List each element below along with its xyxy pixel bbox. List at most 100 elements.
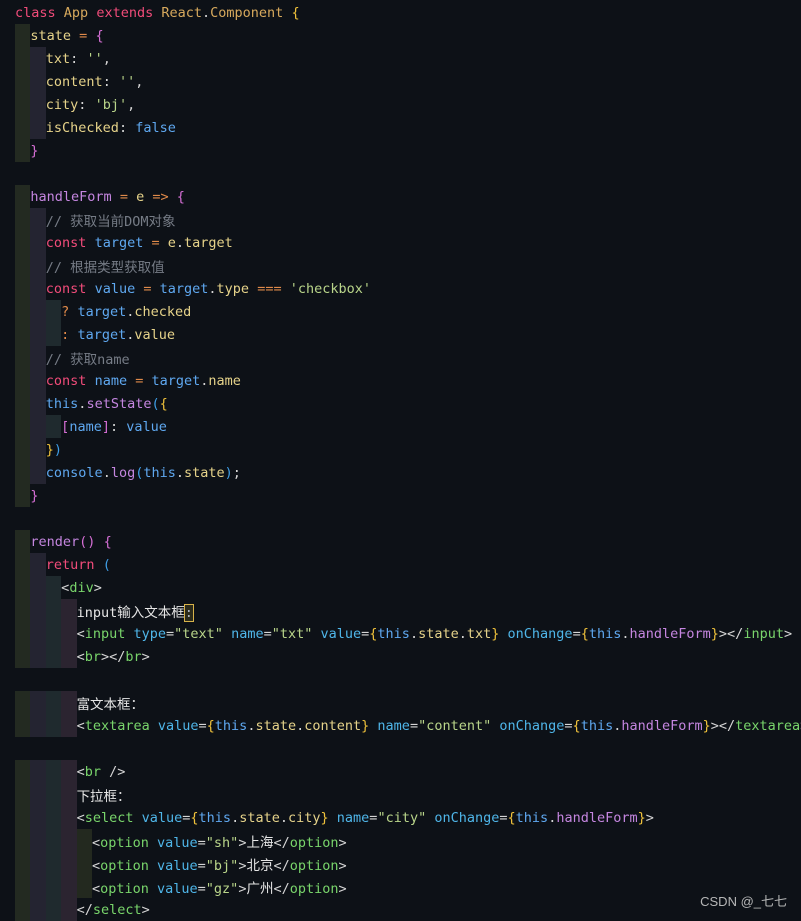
code-token: : [102, 73, 111, 90]
code-token: ></ [710, 717, 736, 734]
code-token: . [175, 464, 185, 481]
code-line[interactable]: <br /> [0, 760, 801, 783]
indent-guide [15, 553, 31, 576]
code-line[interactable]: state = { [0, 24, 801, 47]
indent-guide [76, 875, 92, 898]
code-token: this [198, 809, 232, 826]
code-token: </ [273, 880, 290, 897]
code-line[interactable] [0, 507, 801, 530]
code-line[interactable]: // 根据类型获取值 [0, 254, 801, 277]
code-line[interactable]: <textarea value={this.state.content} nam… [0, 714, 801, 737]
code-line[interactable]: content: '', [0, 70, 801, 93]
code-content: <option value="sh">上海</option> [92, 831, 347, 851]
code-token: this [515, 809, 549, 826]
code-editor[interactable]: class App extends React.Component {state… [0, 0, 801, 921]
code-line[interactable]: <input type="text" name="txt" value={thi… [0, 622, 801, 645]
code-line[interactable]: [name]: value [0, 415, 801, 438]
code-token: name [231, 625, 264, 642]
indent-guide [30, 806, 46, 829]
code-line[interactable]: console.log(this.state); [0, 461, 801, 484]
indent-guide [30, 392, 46, 415]
code-line[interactable]: const name = target.name [0, 369, 801, 392]
indent-guide [30, 553, 46, 576]
code-line[interactable]: const target = e.target [0, 231, 801, 254]
code-line[interactable]: txt: '', [0, 47, 801, 70]
code-content: [name]: value [61, 419, 167, 435]
code-token: . [458, 625, 467, 642]
code-token: { [507, 809, 516, 826]
code-token: = [151, 234, 160, 251]
code-line[interactable]: ? target.checked [0, 300, 801, 323]
code-line[interactable]: return ( [0, 553, 801, 576]
code-token: } [702, 717, 711, 734]
indent-guide [30, 208, 46, 231]
code-token: value [157, 717, 199, 734]
indent-guide [61, 875, 77, 898]
code-content: console.log(this.state); [46, 465, 241, 481]
code-line[interactable]: <option value="gz">广州</option> [0, 875, 801, 898]
code-token: onChange [507, 625, 573, 642]
code-token: > [338, 880, 347, 897]
indent-guide [30, 783, 46, 806]
code-token: '' [86, 50, 103, 67]
code-line[interactable] [0, 737, 801, 760]
code-line[interactable]: isChecked: false [0, 116, 801, 139]
indent-guide [15, 93, 31, 116]
code-content: <select value={this.state.city} name="ci… [77, 810, 654, 826]
code-line[interactable]: input输入文本框: [0, 599, 801, 622]
code-line[interactable] [0, 668, 801, 691]
code-line[interactable]: render() { [0, 530, 801, 553]
code-line[interactable]: this.setState({ [0, 392, 801, 415]
code-line[interactable]: 下拉框： [0, 783, 801, 806]
code-token: , [135, 73, 144, 90]
code-token: option [289, 880, 339, 897]
code-content: } [30, 488, 38, 504]
code-line[interactable]: : target.value [0, 323, 801, 346]
code-token: = [197, 857, 206, 874]
code-token: 下拉框： [76, 788, 131, 805]
code-token: < [76, 717, 85, 734]
code-line[interactable]: <div> [0, 576, 801, 599]
code-token: < [76, 648, 85, 665]
indent-guide [30, 47, 46, 70]
code-token: ; [232, 464, 241, 481]
code-line[interactable]: class App extends React.Component { [0, 1, 801, 24]
indent-guide [45, 645, 62, 668]
code-content: this.setState({ [46, 396, 168, 412]
code-line[interactable]: // 获取name [0, 346, 801, 369]
code-line[interactable]: const value = target.type === 'checkbox' [0, 277, 801, 300]
code-token: "content" [418, 717, 492, 734]
indent-guide [30, 323, 46, 346]
code-token: = [166, 625, 175, 642]
code-token: select [84, 809, 134, 826]
code-line[interactable]: } [0, 139, 801, 162]
indent-guide [45, 323, 62, 346]
code-content: ? target.checked [61, 304, 191, 320]
code-line[interactable]: <select value={this.state.city} name="ci… [0, 806, 801, 829]
indent-guide [15, 139, 31, 162]
code-line[interactable]: <option value="bj">北京</option> [0, 852, 801, 875]
code-line[interactable]: <option value="sh">上海</option> [0, 829, 801, 852]
code-line[interactable]: }) [0, 438, 801, 461]
indent-guide [15, 369, 31, 392]
indent-guide [15, 691, 31, 714]
code-token: . [409, 625, 419, 642]
code-line[interactable]: } [0, 484, 801, 507]
code-line[interactable] [0, 162, 801, 185]
code-line[interactable]: city: 'bj', [0, 93, 801, 116]
code-line[interactable]: <br></br> [0, 645, 801, 668]
code-line[interactable]: handleForm = e => { [0, 185, 801, 208]
code-token: value [141, 809, 183, 826]
code-line[interactable]: // 获取当前DOM对象 [0, 208, 801, 231]
code-line[interactable]: 富文本框： [0, 691, 801, 714]
code-token: br [125, 648, 142, 665]
code-line[interactable]: </select> [0, 898, 801, 921]
code-token: ></ [100, 648, 126, 665]
code-token: checked [134, 303, 192, 320]
code-token: { [206, 717, 215, 734]
